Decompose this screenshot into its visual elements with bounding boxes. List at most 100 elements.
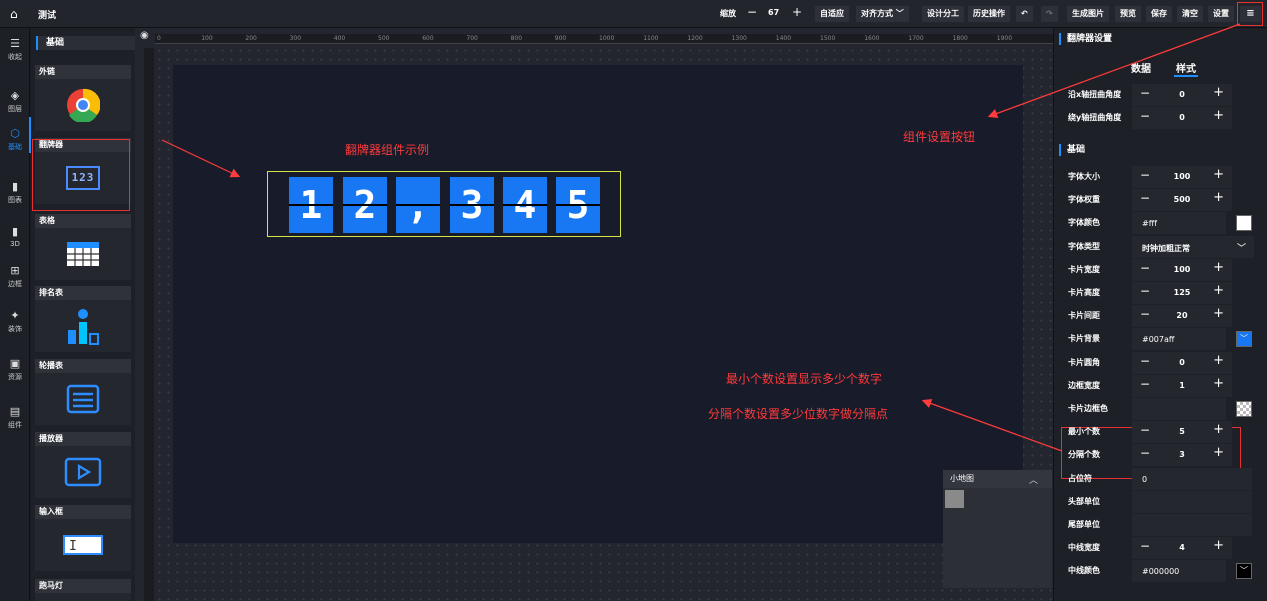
increment-button[interactable]: +: [1213, 538, 1224, 553]
setting-stepper[interactable]: −1 +: [1132, 374, 1232, 397]
component-card-link[interactable]: 外链: [35, 65, 131, 131]
setting-label: 字体类型: [1068, 241, 1100, 251]
tab-style[interactable]: 样式: [1176, 60, 1196, 75]
chevron-up-icon[interactable]: ︿: [1029, 473, 1038, 486]
setting-stepper[interactable]: −125 +: [1132, 282, 1232, 304]
preview-button[interactable]: 预览: [1115, 6, 1141, 22]
color-input[interactable]: #fff: [1132, 212, 1226, 235]
save-button[interactable]: 保存: [1146, 6, 1172, 22]
setting-stepper[interactable]: −20 +: [1132, 305, 1232, 328]
setting-stepper[interactable]: −100 +: [1132, 166, 1232, 188]
component-card-carousel[interactable]: 轮播表: [35, 359, 131, 425]
color-swatch[interactable]: ﹀: [1236, 331, 1252, 348]
nav-item-3d[interactable]: ▮ 3D: [0, 226, 30, 249]
nav-item-label: 资源: [8, 373, 22, 381]
setting-row: 卡片背景 #007aff ﹀: [1054, 328, 1267, 351]
settings-button[interactable]: 设置: [1208, 6, 1234, 22]
clear-button[interactable]: 清空: [1177, 6, 1203, 22]
setting-stepper[interactable]: −5 +: [1132, 421, 1232, 444]
setting-row: 卡片边框色: [1054, 398, 1267, 420]
increment-button[interactable]: +: [1213, 108, 1224, 123]
align-dropdown[interactable]: 对齐方式 ﹀: [856, 6, 909, 22]
nav-item-charts[interactable]: ▮ 图表: [0, 181, 30, 205]
component-card-player[interactable]: 播放器: [35, 432, 131, 498]
zoom-out-button[interactable]: −: [747, 5, 757, 19]
home-icon[interactable]: ⌂: [10, 7, 24, 21]
generate-image-button[interactable]: 生成图片: [1067, 6, 1109, 22]
player-icon: [35, 446, 131, 498]
nav-item-resources[interactable]: ▣ 资源: [0, 358, 30, 382]
minimap[interactable]: 小地图 ︿: [943, 470, 1052, 588]
setting-label: 字体大小: [1068, 172, 1100, 181]
increment-button[interactable]: +: [1213, 306, 1224, 321]
project-title: 测试: [38, 11, 57, 21]
setting-stepper[interactable]: −4 +: [1132, 537, 1232, 560]
color-input[interactable]: #007aff: [1132, 328, 1226, 351]
increment-button[interactable]: +: [1213, 260, 1224, 275]
resources-icon: ▣: [9, 357, 21, 370]
component-card-table[interactable]: 表格: [35, 214, 131, 280]
setting-label: 最小个数: [1068, 427, 1100, 437]
color-swatch[interactable]: [1236, 215, 1252, 232]
flip-counter-component[interactable]: 12,345: [267, 171, 621, 237]
setting-row: 中线颜色 #000000 ﹀: [1054, 560, 1267, 583]
increment-button[interactable]: +: [1213, 445, 1224, 460]
nav-item-label: 装饰: [8, 325, 22, 333]
component-card-marquee[interactable]: 跑马灯: [35, 579, 131, 601]
redo-icon[interactable]: ↷: [1041, 6, 1058, 22]
increment-button[interactable]: +: [1213, 167, 1224, 182]
font-type-select[interactable]: 时钟加粗正常 ﹀: [1132, 235, 1254, 258]
nav-item-collapse[interactable]: ☰ 收起: [0, 38, 30, 62]
tab-data[interactable]: 数据: [1131, 60, 1151, 75]
color-swatch[interactable]: [1236, 401, 1252, 417]
ruler-tick-label: 300: [289, 35, 302, 42]
nav-item-layers[interactable]: ◈ 图层: [0, 90, 30, 114]
increment-button[interactable]: +: [1213, 85, 1224, 100]
increment-button[interactable]: +: [1213, 353, 1224, 368]
flip-digit-card: 1: [289, 177, 333, 233]
setting-label: 中线宽度: [1068, 543, 1100, 553]
undo-icon[interactable]: ↶: [1016, 6, 1033, 22]
flip-digit-card: 4: [503, 177, 547, 233]
increment-button[interactable]: +: [1213, 376, 1224, 391]
text-input[interactable]: [1132, 514, 1252, 536]
setting-row: 沿x轴扭曲角度 −0 +: [1054, 84, 1267, 106]
setting-label: 绕y轴扭曲角度: [1068, 113, 1122, 122]
eye-icon[interactable]: ◉: [140, 30, 149, 41]
color-input[interactable]: #000000: [1132, 560, 1226, 583]
setting-label: 卡片间距: [1068, 311, 1100, 321]
design-split-button[interactable]: 设计分工: [922, 6, 964, 22]
setting-row: 字体类型 时钟加粗正常 ﹀: [1054, 235, 1267, 258]
history-button[interactable]: 历史操作: [968, 6, 1010, 22]
ruler-tick-label: 500: [378, 35, 390, 42]
component-card-input[interactable]: 输入框 I: [35, 505, 131, 571]
component-card-ranking[interactable]: 排名表: [35, 286, 131, 352]
color-input[interactable]: [1132, 398, 1226, 420]
screen-stage[interactable]: [173, 65, 1023, 543]
zoom-in-button[interactable]: +: [792, 5, 802, 19]
nav-item-components[interactable]: ▤ 组件: [0, 406, 30, 430]
minimap-viewport[interactable]: [945, 490, 964, 508]
setting-label: 沿x轴扭曲角度: [1068, 90, 1122, 99]
ruler-tick-label: 600: [422, 35, 434, 42]
increment-button[interactable]: +: [1213, 422, 1224, 437]
component-category-title: 基础: [36, 36, 135, 50]
nav-item-decoration[interactable]: ✦ 装饰: [0, 310, 30, 334]
fit-button[interactable]: 自适应: [815, 6, 849, 22]
increment-button[interactable]: +: [1213, 190, 1224, 205]
twist-stepper[interactable]: −0 +: [1132, 84, 1232, 106]
color-swatch[interactable]: ﹀: [1236, 563, 1252, 580]
setting-stepper[interactable]: −100 +: [1132, 258, 1232, 281]
setting-stepper[interactable]: −500 +: [1132, 189, 1232, 212]
setting-stepper[interactable]: −3 +: [1132, 444, 1232, 467]
text-input[interactable]: [1132, 490, 1252, 513]
nav-item-border[interactable]: ⊞ 边框: [0, 265, 30, 289]
nav-item-label: 收起: [8, 53, 22, 61]
nav-item-basic[interactable]: ⬡ 基础: [0, 128, 30, 152]
increment-button[interactable]: +: [1213, 283, 1224, 298]
zoom-value[interactable]: 67: [768, 8, 779, 17]
flip-digit-card: 3: [450, 177, 494, 233]
setting-stepper[interactable]: −0 +: [1132, 351, 1232, 374]
twist-stepper[interactable]: −0 +: [1132, 107, 1232, 129]
text-input[interactable]: 0: [1132, 467, 1252, 490]
